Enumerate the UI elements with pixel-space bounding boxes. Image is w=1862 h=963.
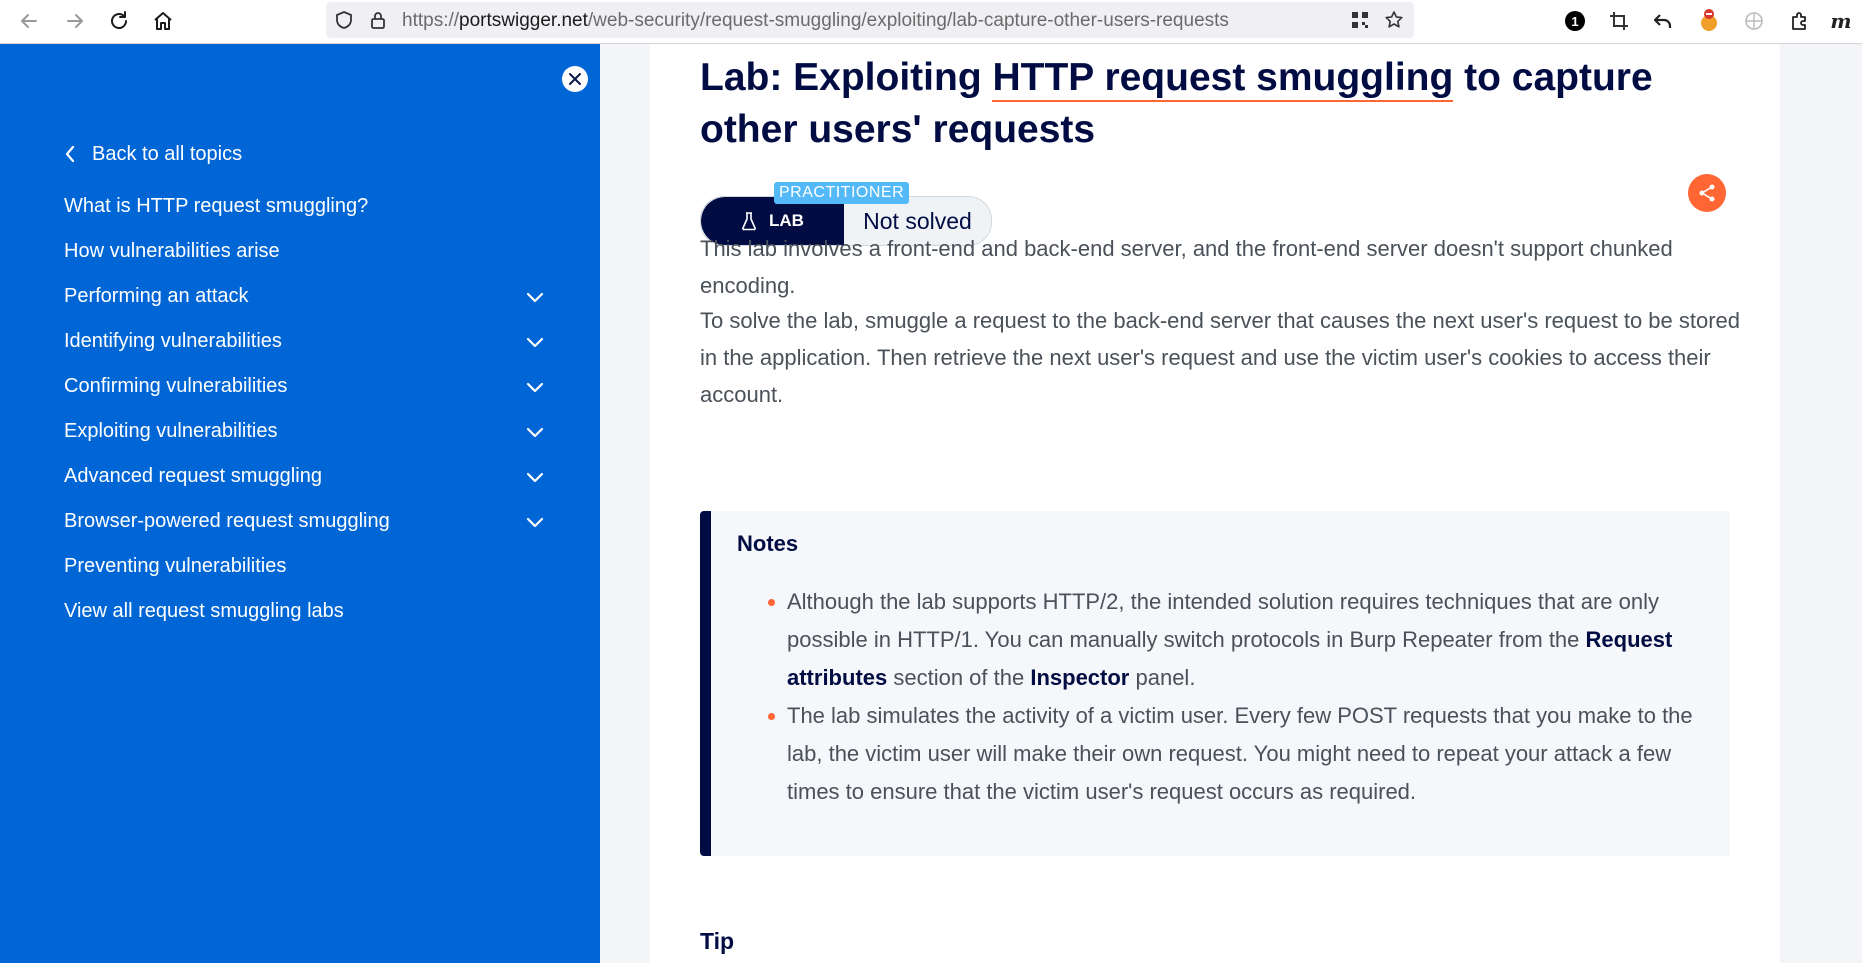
lab-text: LAB bbox=[769, 211, 804, 230]
sidebar-item-confirming[interactable]: Confirming vulnerabilities bbox=[64, 364, 544, 409]
browser-toolbar: https://portswigger.net/web-security/req… bbox=[0, 0, 1862, 44]
back-button[interactable] bbox=[14, 6, 44, 36]
arrow-right-icon bbox=[67, 14, 83, 28]
sidebar-item-exploiting[interactable]: Exploiting vulnerabilities bbox=[64, 409, 544, 454]
sidebar-item-label: What is HTTP request smuggling? bbox=[64, 195, 369, 217]
sidebar-item-label: Confirming vulnerabilities bbox=[64, 375, 288, 397]
sidebar-item-identifying[interactable]: Identifying vulnerabilities bbox=[64, 319, 544, 364]
lab-description: This lab involves a front-end and back-e… bbox=[700, 236, 1673, 298]
sidebar-item-label: Preventing vulnerabilities bbox=[64, 555, 287, 577]
account-extension[interactable]: m bbox=[1828, 8, 1854, 34]
sidebar-item-label: Exploiting vulnerabilities bbox=[64, 420, 278, 442]
list-item: Although the lab supports HTTP/2, the in… bbox=[768, 583, 1707, 697]
note-text: Although the lab supports HTTP/2, the in… bbox=[787, 589, 1659, 652]
sidebar-item-performing[interactable]: Performing an attack bbox=[64, 274, 544, 319]
sidebar-item-browser-powered[interactable]: Browser-powered request smuggling bbox=[64, 499, 544, 544]
share-button[interactable] bbox=[1688, 174, 1726, 212]
back-to-topics-link[interactable]: Back to all topics bbox=[64, 140, 242, 168]
close-sidebar-button[interactable] bbox=[562, 66, 588, 92]
shield-icon[interactable] bbox=[334, 10, 354, 30]
chevron-down-icon[interactable] bbox=[526, 516, 544, 528]
account-letter: m bbox=[1830, 9, 1852, 33]
sidebar-item-label: How vulnerabilities arise bbox=[64, 240, 280, 262]
url-host: portswigger.net bbox=[459, 10, 588, 31]
undo-icon bbox=[1653, 14, 1672, 28]
notes-heading: Notes bbox=[737, 531, 799, 556]
chevron-left-icon bbox=[65, 145, 75, 163]
sidebar-item-what-is[interactable]: What is HTTP request smuggling? bbox=[64, 184, 544, 229]
sidebar-item-label: View all request smuggling labs bbox=[64, 600, 344, 622]
home-icon bbox=[154, 12, 172, 30]
chevron-down-icon[interactable] bbox=[526, 336, 544, 348]
chevron-down-icon[interactable] bbox=[526, 426, 544, 438]
sidebar-item-label: Browser-powered request smuggling bbox=[64, 510, 390, 532]
crop-icon bbox=[1610, 12, 1628, 30]
globe-extension[interactable] bbox=[1741, 8, 1767, 34]
reload-button[interactable] bbox=[104, 6, 134, 36]
notes-list: Although the lab supports HTTP/2, the in… bbox=[768, 583, 1707, 811]
share-icon bbox=[1699, 184, 1715, 202]
extensions-puzzle[interactable] bbox=[1786, 8, 1812, 34]
chevron-down-icon[interactable] bbox=[526, 381, 544, 393]
undo-extension[interactable] bbox=[1650, 8, 1676, 34]
url-scheme: https:// bbox=[402, 10, 460, 31]
reload-icon bbox=[111, 11, 127, 29]
chevron-down-icon[interactable] bbox=[526, 471, 544, 483]
back-label: Back to all topics bbox=[92, 142, 243, 165]
globe-icon bbox=[1745, 12, 1763, 30]
lab-objective: To solve the lab, smuggle a request to t… bbox=[700, 308, 1741, 407]
chevron-down-icon[interactable] bbox=[526, 291, 544, 303]
extension-badge-count: 1 bbox=[1565, 11, 1585, 31]
sidebar-item-label: Identifying vulnerabilities bbox=[64, 330, 282, 352]
address-bar[interactable]: https://portswigger.net/web-security/req… bbox=[326, 2, 1414, 38]
topics-sidebar: Back to all topics What is HTTP request … bbox=[0, 44, 600, 963]
close-icon bbox=[569, 73, 581, 85]
topics-nav: What is HTTP request smuggling? How vuln… bbox=[64, 184, 544, 634]
lock-icon[interactable] bbox=[368, 10, 388, 30]
sidebar-item-label: Performing an attack bbox=[64, 285, 249, 307]
flask-icon bbox=[742, 212, 756, 231]
forward-button[interactable] bbox=[60, 6, 90, 36]
lab-content: Lab: Exploiting HTTP request smuggling t… bbox=[650, 44, 1780, 963]
sidebar-item-advanced[interactable]: Advanced request smuggling bbox=[64, 454, 544, 499]
puzzle-icon bbox=[1792, 12, 1806, 30]
home-button[interactable] bbox=[148, 6, 178, 36]
sidebar-item-all-labs[interactable]: View all request smuggling labs bbox=[64, 589, 544, 634]
tip-heading: Tip bbox=[700, 928, 735, 954]
title-topic-link[interactable]: HTTP request smuggling bbox=[992, 56, 1454, 102]
note-emphasis-inspector: Inspector bbox=[1030, 665, 1130, 690]
arrow-left-icon bbox=[21, 14, 37, 28]
note-text: section of the bbox=[887, 665, 1031, 690]
qr-code-icon[interactable] bbox=[1350, 10, 1370, 30]
list-item: The lab simulates the activity of a vict… bbox=[768, 697, 1707, 811]
page-title: Lab: Exploiting HTTP request smuggling t… bbox=[700, 52, 1740, 156]
level-badge: PRACTITIONER bbox=[774, 182, 910, 204]
extension-badge[interactable]: 1 bbox=[1562, 8, 1588, 34]
url-text[interactable]: https://portswigger.net/web-security/req… bbox=[402, 10, 1229, 32]
bookmark-star-icon[interactable] bbox=[1384, 10, 1404, 30]
sidebar-item-preventing[interactable]: Preventing vulnerabilities bbox=[64, 544, 544, 589]
fox-icon bbox=[1701, 9, 1717, 31]
note-text: panel. bbox=[1129, 665, 1196, 690]
sidebar-item-how-arise[interactable]: How vulnerabilities arise bbox=[64, 229, 544, 274]
crop-extension[interactable] bbox=[1606, 8, 1632, 34]
sidebar-item-label: Advanced request smuggling bbox=[64, 465, 322, 487]
notes-callout: Notes Although the lab supports HTTP/2, … bbox=[700, 511, 1730, 856]
url-path: /web-security/request-smuggling/exploiti… bbox=[587, 10, 1229, 31]
fox-extension[interactable] bbox=[1696, 8, 1722, 34]
title-prefix: Lab: Exploiting bbox=[700, 56, 993, 99]
